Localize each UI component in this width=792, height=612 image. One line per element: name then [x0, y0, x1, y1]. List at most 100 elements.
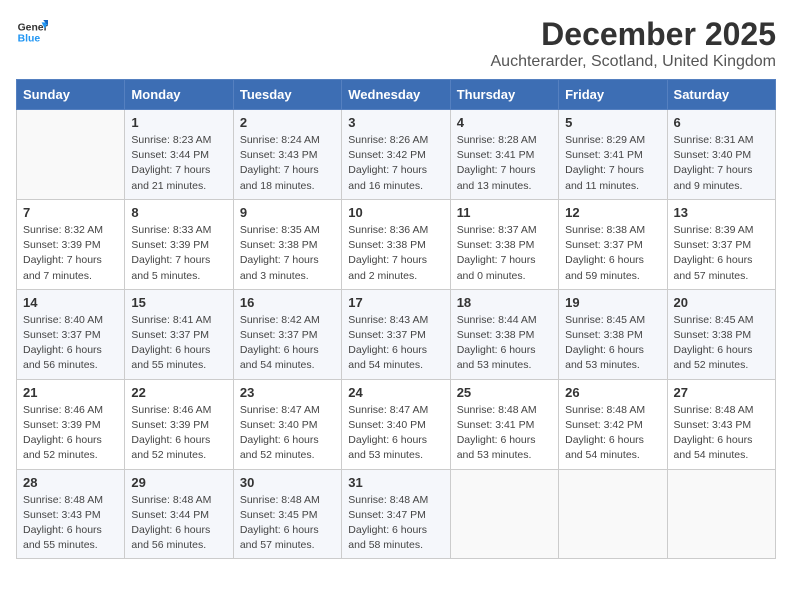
- day-number: 19: [565, 295, 660, 310]
- calendar-table: SundayMondayTuesdayWednesdayThursdayFrid…: [16, 79, 776, 559]
- cell-content: Sunrise: 8:41 AMSunset: 3:37 PMDaylight:…: [131, 313, 226, 374]
- cell-content: Sunrise: 8:48 AMSunset: 3:47 PMDaylight:…: [348, 493, 443, 554]
- calendar-cell: 22 Sunrise: 8:46 AMSunset: 3:39 PMDayligh…: [125, 379, 233, 469]
- day-number: 11: [457, 205, 552, 220]
- calendar-cell: 26 Sunrise: 8:48 AMSunset: 3:42 PMDayligh…: [559, 379, 667, 469]
- logo: General Blue: [16, 16, 48, 48]
- header-day-sunday: Sunday: [17, 80, 125, 110]
- cell-content: Sunrise: 8:45 AMSunset: 3:38 PMDaylight:…: [674, 313, 769, 374]
- cell-content: Sunrise: 8:33 AMSunset: 3:39 PMDaylight:…: [131, 223, 226, 284]
- day-number: 18: [457, 295, 552, 310]
- calendar-cell: 29 Sunrise: 8:48 AMSunset: 3:44 PMDayligh…: [125, 469, 233, 559]
- cell-content: Sunrise: 8:44 AMSunset: 3:38 PMDaylight:…: [457, 313, 552, 374]
- cell-content: Sunrise: 8:39 AMSunset: 3:37 PMDaylight:…: [674, 223, 769, 284]
- calendar-week-1: 1Sunrise: 8:23 AMSunset: 3:44 PMDaylight…: [17, 110, 776, 200]
- day-number: 2: [240, 115, 335, 130]
- day-number: 6: [674, 115, 769, 130]
- day-number: 30: [240, 475, 335, 490]
- day-number: 31: [348, 475, 443, 490]
- day-number: 9: [240, 205, 335, 220]
- calendar-cell: 6 Sunrise: 8:31 AMSunset: 3:40 PMDaylight…: [667, 110, 775, 200]
- header-day-thursday: Thursday: [450, 80, 558, 110]
- cell-content: Sunrise: 8:28 AMSunset: 3:41 PMDaylight:…: [457, 133, 552, 194]
- header-day-tuesday: Tuesday: [233, 80, 341, 110]
- day-number: 23: [240, 385, 335, 400]
- calendar-cell: 2 Sunrise: 8:24 AMSunset: 3:43 PMDaylight…: [233, 110, 341, 200]
- calendar-cell: 9 Sunrise: 8:35 AMSunset: 3:38 PMDaylight…: [233, 199, 341, 289]
- calendar-cell: 1Sunrise: 8:23 AMSunset: 3:44 PMDaylight…: [125, 110, 233, 200]
- header-day-saturday: Saturday: [667, 80, 775, 110]
- cell-content: Sunrise: 8:43 AMSunset: 3:37 PMDaylight:…: [348, 313, 443, 374]
- day-number: 15: [131, 295, 226, 310]
- cell-content: Sunrise: 8:37 AMSunset: 3:38 PMDaylight:…: [457, 223, 552, 284]
- calendar-cell: 31 Sunrise: 8:48 AMSunset: 3:47 PMDayligh…: [342, 469, 450, 559]
- cell-content: Sunrise: 8:48 AMSunset: 3:43 PMDaylight:…: [23, 493, 118, 554]
- cell-content: Sunrise: 8:47 AMSunset: 3:40 PMDaylight:…: [348, 403, 443, 464]
- cell-content: Sunrise: 8:46 AMSunset: 3:39 PMDaylight:…: [23, 403, 118, 464]
- svg-text:Blue: Blue: [18, 34, 41, 45]
- day-number: 22: [131, 385, 226, 400]
- calendar-week-3: 14Sunrise: 8:40 AMSunset: 3:37 PMDayligh…: [17, 289, 776, 379]
- calendar-header-row: SundayMondayTuesdayWednesdayThursdayFrid…: [17, 80, 776, 110]
- cell-content: Sunrise: 8:46 AMSunset: 3:39 PMDaylight:…: [131, 403, 226, 464]
- day-number: 28: [23, 475, 118, 490]
- day-number: 25: [457, 385, 552, 400]
- calendar-cell: 5 Sunrise: 8:29 AMSunset: 3:41 PMDaylight…: [559, 110, 667, 200]
- cell-content: Sunrise: 8:32 AMSunset: 3:39 PMDaylight:…: [23, 223, 118, 284]
- cell-content: Sunrise: 8:48 AMSunset: 3:41 PMDaylight:…: [457, 403, 552, 464]
- header-day-wednesday: Wednesday: [342, 80, 450, 110]
- day-number: 27: [674, 385, 769, 400]
- calendar-cell: [559, 469, 667, 559]
- cell-content: Sunrise: 8:26 AMSunset: 3:42 PMDaylight:…: [348, 133, 443, 194]
- day-number: 29: [131, 475, 226, 490]
- calendar-cell: 13 Sunrise: 8:39 AMSunset: 3:37 PMDayligh…: [667, 199, 775, 289]
- calendar-cell: 21Sunrise: 8:46 AMSunset: 3:39 PMDayligh…: [17, 379, 125, 469]
- calendar-cell: 19Sunrise: 8:45 AMSunset: 3:38 PMDayligh…: [559, 289, 667, 379]
- calendar-cell: 8 Sunrise: 8:33 AMSunset: 3:39 PMDaylight…: [125, 199, 233, 289]
- day-number: 16: [240, 295, 335, 310]
- page-header: General Blue December 2025 Auchterarder,…: [16, 16, 776, 71]
- cell-content: Sunrise: 8:38 AMSunset: 3:37 PMDaylight:…: [565, 223, 660, 284]
- calendar-cell: 25 Sunrise: 8:48 AMSunset: 3:41 PMDayligh…: [450, 379, 558, 469]
- day-number: 5: [565, 115, 660, 130]
- cell-content: Sunrise: 8:48 AMSunset: 3:42 PMDaylight:…: [565, 403, 660, 464]
- day-number: 13: [674, 205, 769, 220]
- cell-content: Sunrise: 8:29 AMSunset: 3:41 PMDaylight:…: [565, 133, 660, 194]
- cell-content: Sunrise: 8:35 AMSunset: 3:38 PMDaylight:…: [240, 223, 335, 284]
- calendar-week-4: 21Sunrise: 8:46 AMSunset: 3:39 PMDayligh…: [17, 379, 776, 469]
- title-area: December 2025 Auchterarder, Scotland, Un…: [491, 16, 777, 71]
- month-title: December 2025: [491, 16, 777, 53]
- calendar-cell: 18 Sunrise: 8:44 AMSunset: 3:38 PMDayligh…: [450, 289, 558, 379]
- calendar-cell: 17 Sunrise: 8:43 AMSunset: 3:37 PMDayligh…: [342, 289, 450, 379]
- cell-content: Sunrise: 8:47 AMSunset: 3:40 PMDaylight:…: [240, 403, 335, 464]
- calendar-cell: 28 Sunrise: 8:48 AMSunset: 3:43 PMDayligh…: [17, 469, 125, 559]
- calendar-cell: 4Sunrise: 8:28 AMSunset: 3:41 PMDaylight…: [450, 110, 558, 200]
- calendar-cell: [17, 110, 125, 200]
- day-number: 12: [565, 205, 660, 220]
- cell-content: Sunrise: 8:24 AMSunset: 3:43 PMDaylight:…: [240, 133, 335, 194]
- day-number: 1: [131, 115, 226, 130]
- cell-content: Sunrise: 8:48 AMSunset: 3:43 PMDaylight:…: [674, 403, 769, 464]
- day-number: 10: [348, 205, 443, 220]
- calendar-cell: 12 Sunrise: 8:38 AMSunset: 3:37 PMDayligh…: [559, 199, 667, 289]
- calendar-cell: 30Sunrise: 8:48 AMSunset: 3:45 PMDayligh…: [233, 469, 341, 559]
- calendar-week-5: 28 Sunrise: 8:48 AMSunset: 3:43 PMDayligh…: [17, 469, 776, 559]
- day-number: 8: [131, 205, 226, 220]
- location-title: Auchterarder, Scotland, United Kingdom: [491, 53, 777, 71]
- day-number: 26: [565, 385, 660, 400]
- header-day-friday: Friday: [559, 80, 667, 110]
- calendar-cell: [667, 469, 775, 559]
- calendar-cell: [450, 469, 558, 559]
- day-number: 3: [348, 115, 443, 130]
- cell-content: Sunrise: 8:31 AMSunset: 3:40 PMDaylight:…: [674, 133, 769, 194]
- calendar-cell: 27 Sunrise: 8:48 AMSunset: 3:43 PMDayligh…: [667, 379, 775, 469]
- calendar-cell: 15 Sunrise: 8:41 AMSunset: 3:37 PMDayligh…: [125, 289, 233, 379]
- calendar-cell: 20Sunrise: 8:45 AMSunset: 3:38 PMDayligh…: [667, 289, 775, 379]
- day-number: 24: [348, 385, 443, 400]
- day-number: 7: [23, 205, 118, 220]
- cell-content: Sunrise: 8:48 AMSunset: 3:44 PMDaylight:…: [131, 493, 226, 554]
- calendar-cell: 23 Sunrise: 8:47 AMSunset: 3:40 PMDayligh…: [233, 379, 341, 469]
- header-day-monday: Monday: [125, 80, 233, 110]
- day-number: 17: [348, 295, 443, 310]
- logo-icon: General Blue: [16, 16, 48, 48]
